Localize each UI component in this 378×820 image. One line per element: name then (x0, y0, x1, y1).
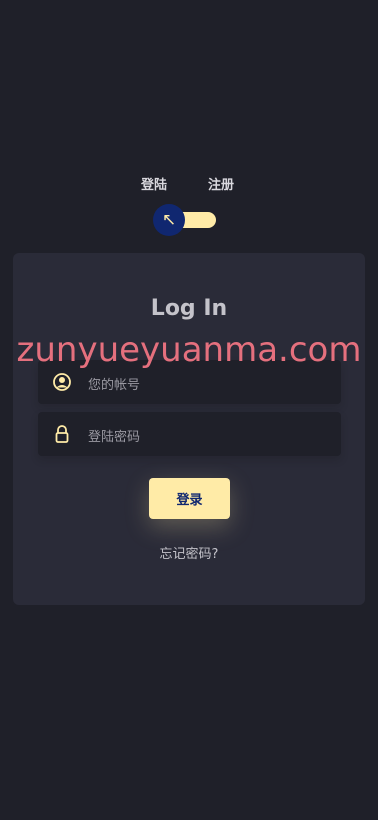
tab-login[interactable]: 登陆 (141, 174, 167, 193)
forgot-password-link[interactable]: 忘记密码? (0, 543, 378, 562)
auth-tabs: 登陆 注册 (0, 174, 378, 193)
lock-icon (52, 423, 72, 445)
user-icon (52, 371, 72, 393)
toggle-knob[interactable]: ↖ (153, 204, 185, 236)
arrow-up-left-icon: ↖ (161, 209, 177, 230)
watermark: zunyueyuanma.com (16, 330, 362, 370)
tab-signup[interactable]: 注册 (208, 174, 234, 193)
username-placeholder: 您的帐号 (88, 378, 141, 393)
login-button[interactable]: 登录 (149, 478, 230, 519)
card-title: Log In (150, 296, 228, 321)
password-placeholder: 登陆密码 (88, 430, 141, 445)
password-field[interactable]: 登陆密码 (38, 412, 341, 456)
